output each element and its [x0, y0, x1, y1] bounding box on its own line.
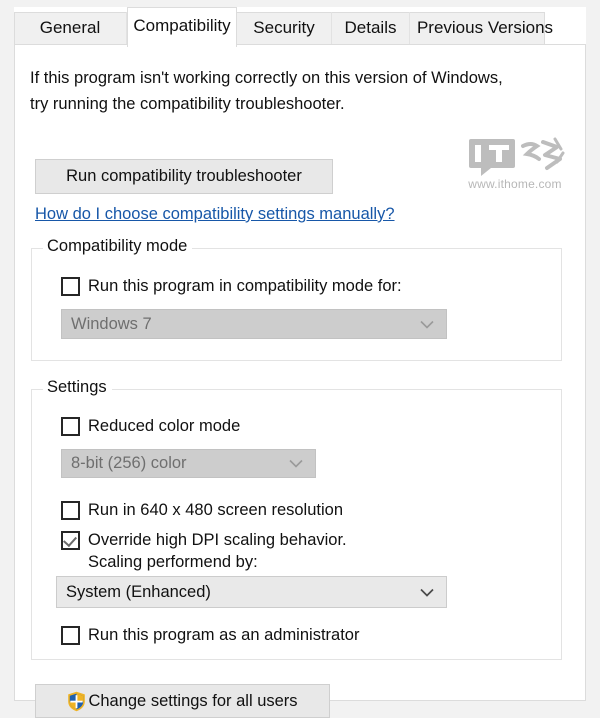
intro-line-1: If this program isn't working correctly … [30, 69, 503, 87]
screen-resolution-checkbox[interactable] [61, 501, 80, 520]
chevron-down-icon [420, 588, 434, 597]
run-as-administrator-checkbox-row[interactable]: Run this program as an administrator [61, 624, 359, 646]
compatibility-os-select[interactable]: Windows 7 [61, 309, 447, 339]
tab-general[interactable]: General [14, 12, 127, 45]
compatibility-panel: If this program isn't working correctly … [14, 44, 586, 718]
properties-dialog: General Compatibility Security Details P… [14, 7, 586, 718]
dpi-override-checkbox-row[interactable]: Override high DPI scaling behavior. Scal… [61, 529, 347, 573]
tab-security-label: Security [253, 18, 315, 37]
tab-previous-versions[interactable]: Previous Versions [410, 12, 560, 45]
screen-resolution-checkbox-row[interactable]: Run in 640 x 480 screen resolution [61, 499, 343, 521]
dpi-override-label-line-1: Override high DPI scaling behavior. [88, 531, 347, 549]
dpi-override-label-line-2: Scaling performend by: [88, 553, 258, 571]
tab-security[interactable]: Security [237, 12, 332, 45]
dpi-override-label: Override high DPI scaling behavior. Scal… [88, 529, 347, 573]
uac-shield-icon [68, 691, 86, 711]
chevron-down-icon [289, 459, 303, 468]
tab-compatibility-label: Compatibility [133, 16, 231, 35]
compatibility-mode-group-title: Compatibility mode [43, 237, 193, 256]
scaling-performed-by-value: System (Enhanced) [66, 582, 211, 601]
intro-text: If this program isn't working correctly … [30, 65, 560, 117]
compatibility-settings-help-link-label: How do I choose compatibility settings m… [35, 205, 395, 223]
compatibility-mode-checkbox-row[interactable]: Run this program in compatibility mode f… [61, 275, 402, 297]
compatibility-os-select-value: Windows 7 [71, 314, 152, 333]
run-as-administrator-checkbox[interactable] [61, 626, 80, 645]
ithome-logo-icon [469, 137, 565, 176]
scaling-performed-by-select[interactable]: System (Enhanced) [56, 576, 447, 608]
compatibility-mode-group: Compatibility mode [31, 237, 562, 361]
reduced-color-mode-checkbox-row[interactable]: Reduced color mode [61, 415, 240, 437]
reduced-color-mode-label: Reduced color mode [88, 417, 241, 435]
chevron-down-icon [420, 320, 434, 329]
color-depth-select-value: 8-bit (256) color [71, 454, 187, 472]
watermark-url: www.ithome.com [468, 177, 562, 191]
compatibility-mode-checkbox-label: Run this program in compatibility mode f… [88, 277, 402, 295]
tab-general-label: General [39, 18, 101, 37]
tab-strip: General Compatibility Security Details P… [14, 7, 586, 47]
settings-group-title: Settings [43, 378, 112, 397]
compatibility-settings-help-link[interactable]: How do I choose compatibility settings m… [35, 205, 395, 224]
tab-previous-versions-label: Previous Versions [416, 18, 554, 37]
screen-resolution-label: Run in 640 x 480 screen resolution [88, 501, 343, 519]
color-depth-select[interactable]: 8-bit (256) color [61, 449, 316, 478]
tab-details-label: Details [344, 18, 397, 37]
change-settings-all-users-label: Change settings for all users [88, 692, 298, 710]
tab-details[interactable]: Details [332, 12, 410, 45]
compatibility-mode-checkbox[interactable] [61, 277, 80, 296]
run-compatibility-troubleshooter-button[interactable]: Run compatibility troubleshooter [35, 159, 333, 194]
run-compatibility-troubleshooter-label: Run compatibility troubleshooter [66, 167, 302, 185]
dpi-override-checkbox[interactable] [61, 531, 80, 550]
intro-line-2: try running the compatibility troublesho… [30, 95, 345, 113]
run-as-administrator-label: Run this program as an administrator [88, 626, 360, 644]
tab-compatibility[interactable]: Compatibility [127, 7, 237, 47]
ithome-watermark: www.ithome.com [455, 133, 575, 195]
reduced-color-mode-checkbox[interactable] [61, 417, 80, 436]
change-settings-all-users-button[interactable]: Change settings for all users [35, 684, 330, 718]
